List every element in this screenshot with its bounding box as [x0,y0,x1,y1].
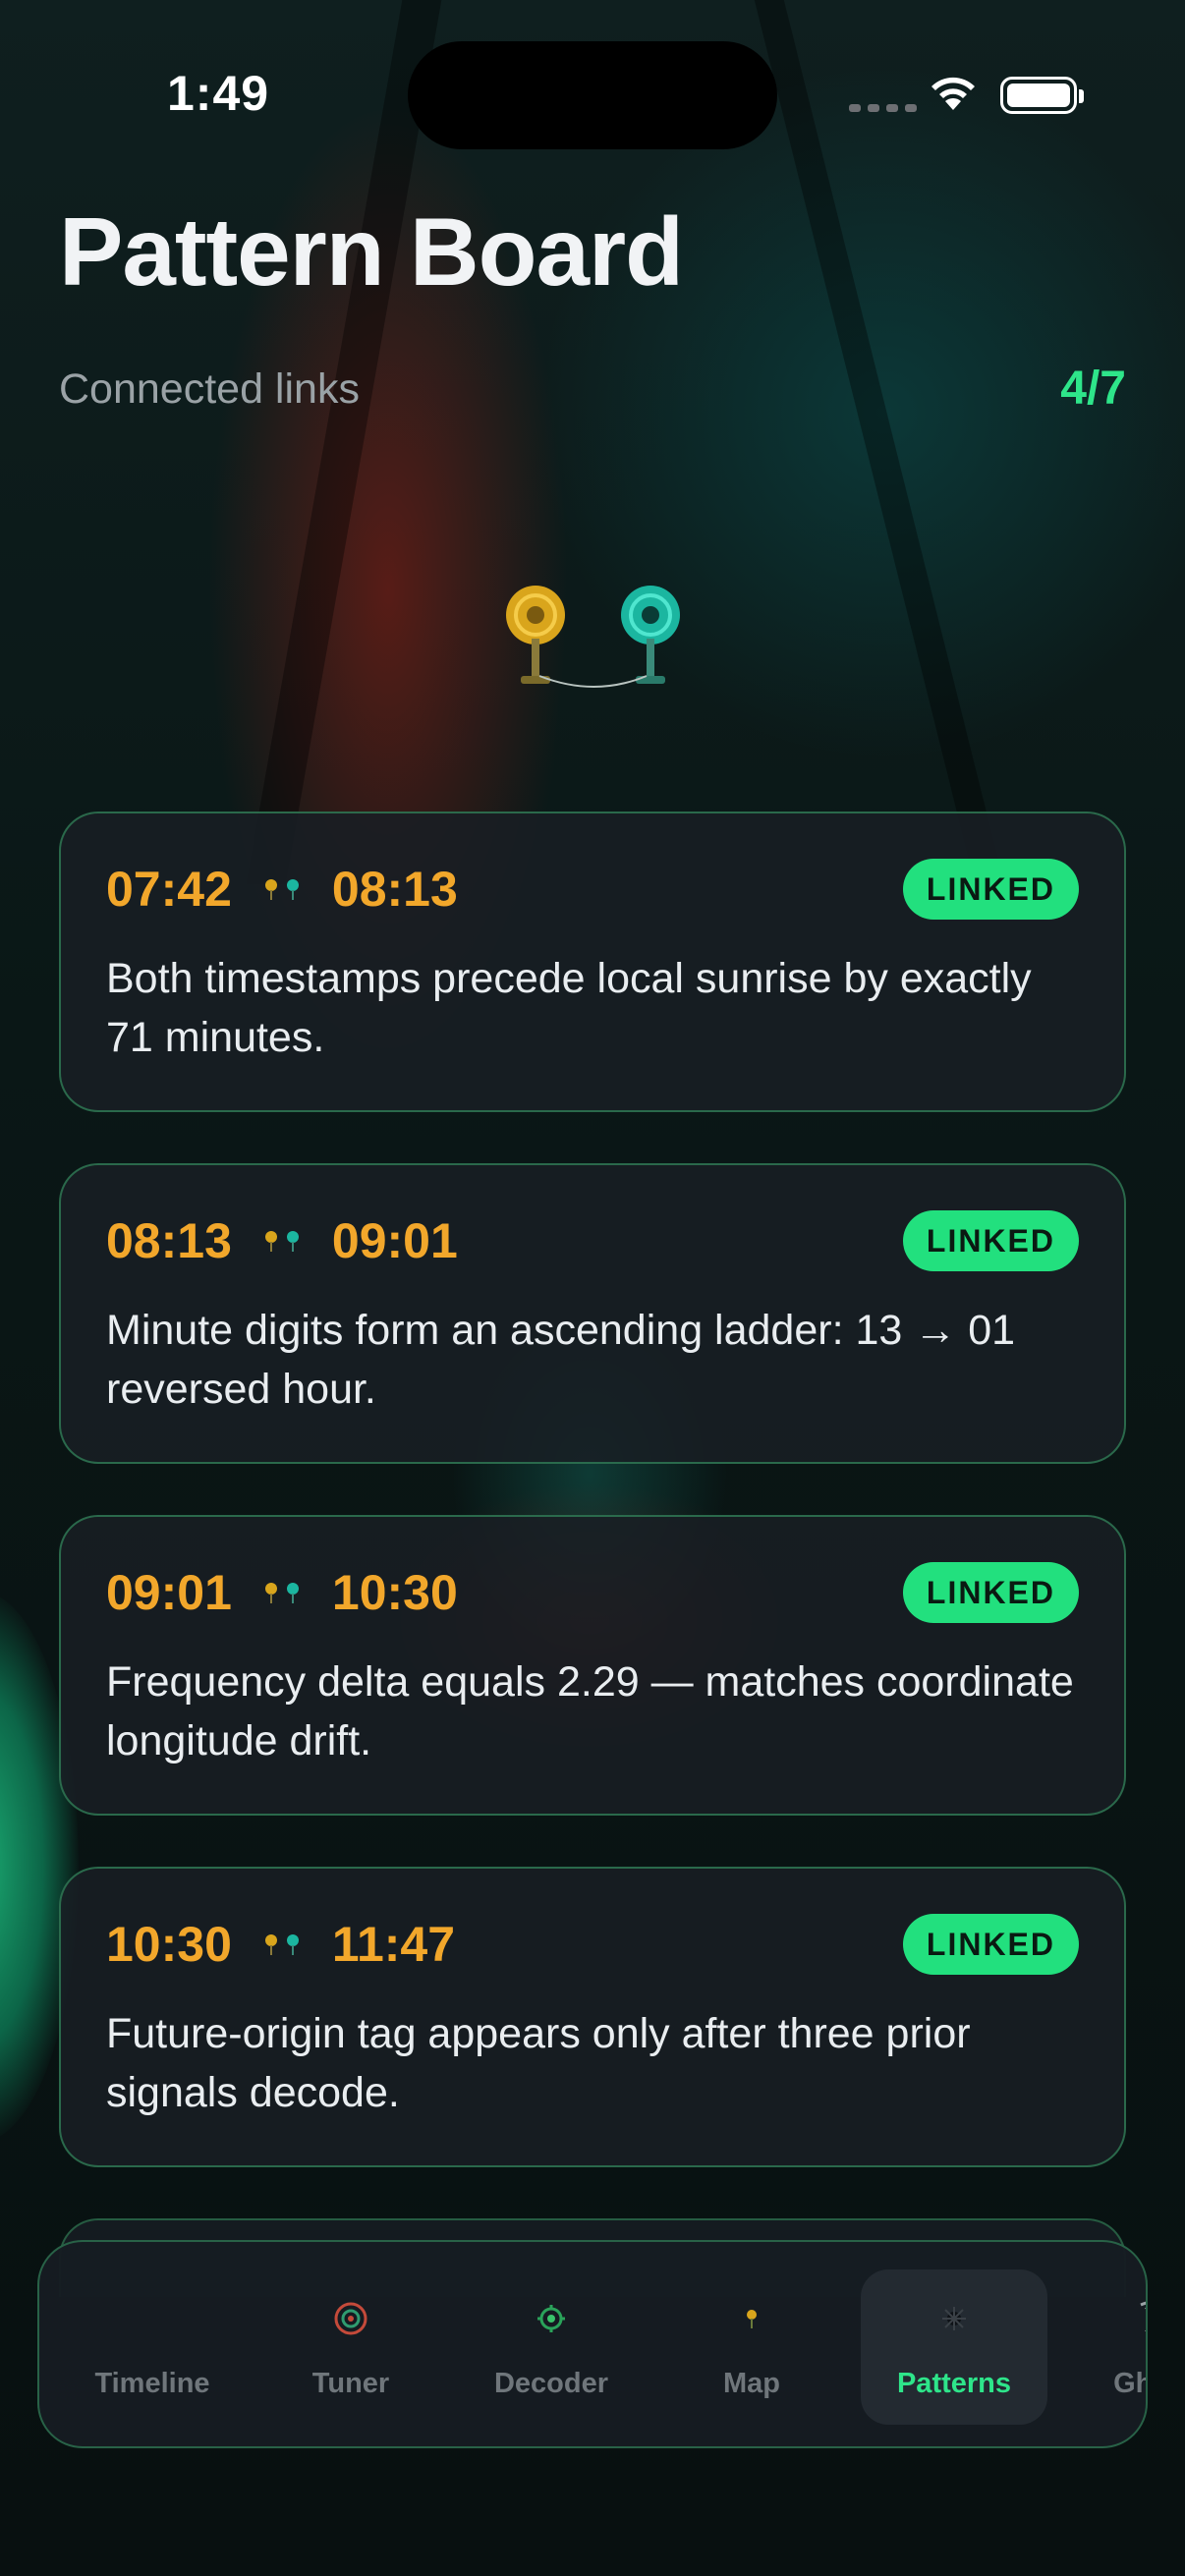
link-from-time: 08:13 [106,1213,232,1268]
link-to-time: 08:13 [331,862,458,917]
dial-icon [334,2302,367,2335]
tab-bar: Timeline Tuner Decoder Map Patterns G [37,2240,1148,2448]
link-from-time: 09:01 [106,1565,232,1620]
hourglass-icon [1140,2301,1146,2331]
timeline-icon [131,2297,174,2340]
pattern-links-list: 07:42 08:13 LINKED Both timestamps prece… [59,812,1126,2218]
dynamic-island [408,41,777,149]
tab-decoder[interactable]: Decoder [458,2269,645,2425]
link-description: Frequency delta equals 2.29 — matches co… [106,1658,1074,1764]
links-count: 4/7 [1060,363,1126,415]
link-from-time: 10:30 [106,1917,232,1972]
link-card[interactable]: 10:30 11:47 LINKED Future-origin tag app… [59,1867,1126,2167]
tab-label: Decoder [493,2368,609,2399]
linked-pins-icon [506,586,680,688]
link-card[interactable]: 09:01 10:30 LINKED Frequency delta equal… [59,1515,1126,1816]
linked-badge: LINKED [902,1914,1079,1975]
link-from-time: 07:42 [106,862,232,917]
radar-icon [537,2305,565,2332]
page-title: Pattern Board [59,197,684,306]
link-pins-icon [264,1934,299,1955]
wifi-icon [931,77,975,110]
linked-badge: LINKED [902,1210,1079,1271]
pin-icon [747,2310,757,2328]
cellular-signal-icon [849,104,917,112]
link-to-time: 09:01 [331,1213,458,1268]
tab-timeline[interactable]: Timeline [59,2269,246,2425]
tab-label: Timeline [94,2368,210,2399]
tab-map[interactable]: Map [658,2269,845,2425]
linked-badge: LINKED [902,859,1079,920]
link-card[interactable]: 08:13 09:01 LINKED Minute digits form an… [59,1163,1126,1464]
tab-label: Map [723,2368,780,2399]
link-pins-icon [264,1231,299,1252]
link-pins-icon [264,1583,299,1603]
tab-label: Ghost [1113,2368,1146,2399]
battery-icon [1000,77,1084,114]
link-to-time: 11:47 [331,1917,456,1972]
link-card[interactable]: 07:42 08:13 LINKED Both timestamps prece… [59,812,1126,1112]
status-bar: 1:49 [0,0,1185,196]
tab-ghost[interactable]: Ghost [1061,2269,1146,2425]
link-description: Future-origin tag appears only after thr… [106,2010,971,2116]
pattern-web-icon [942,2307,966,2330]
linked-badge: LINKED [902,1562,1079,1623]
tab-label: Patterns [896,2368,1012,2399]
link-to-time: 10:30 [331,1565,458,1620]
page-subtitle: Connected links [59,365,360,413]
link-description: Both timestamps precede local sunrise by… [106,955,1032,1061]
status-time: 1:49 [167,66,270,121]
link-pins-icon [264,879,299,900]
tab-patterns[interactable]: Patterns [861,2269,1047,2425]
link-description: Minute digits form an ascending ladder: … [106,1307,1016,1413]
tab-label: Tuner [311,2368,390,2399]
tab-tuner[interactable]: Tuner [257,2269,444,2425]
